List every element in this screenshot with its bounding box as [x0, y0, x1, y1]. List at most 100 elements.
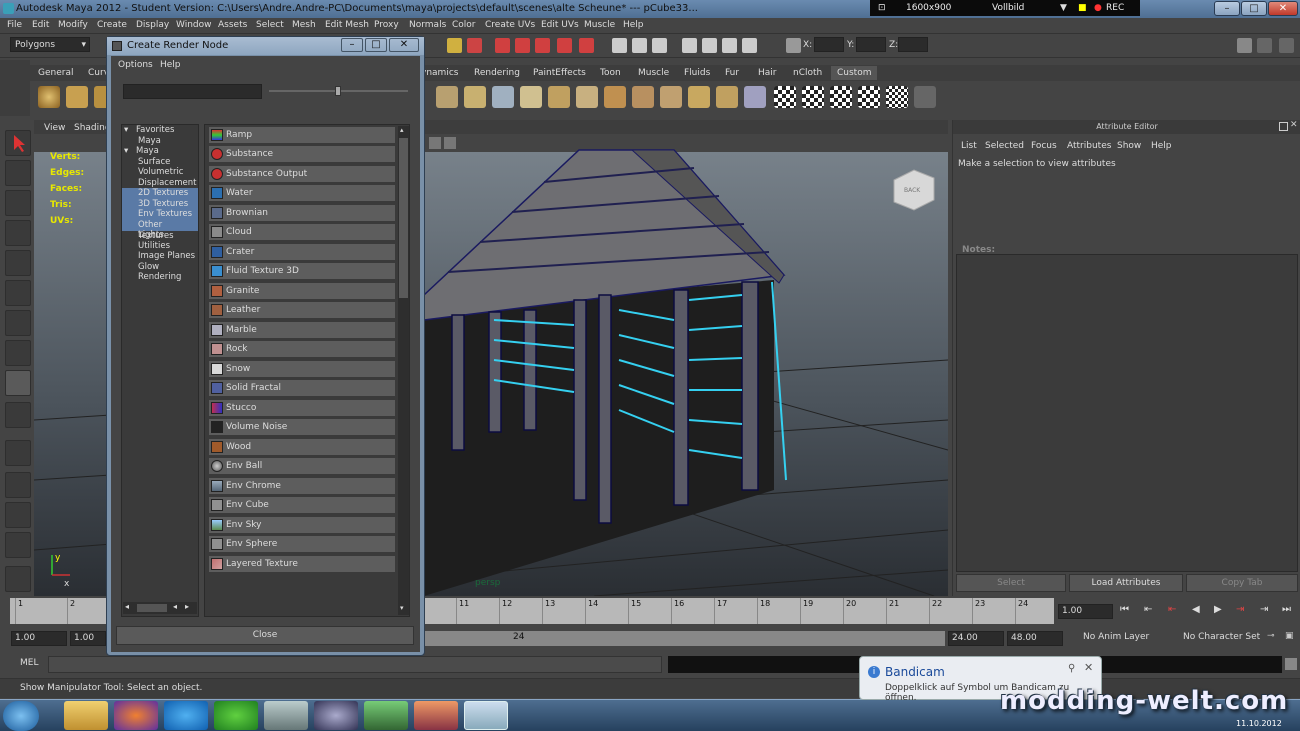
- notes-field[interactable]: [956, 254, 1298, 572]
- scroll-right-icon[interactable]: ▸: [185, 602, 189, 611]
- start-time-field[interactable]: 1.00: [11, 631, 67, 646]
- pin-icon[interactable]: ⚲: [1068, 663, 1075, 674]
- tree-item-lights[interactable]: Lights: [122, 230, 198, 241]
- go-to-start-icon[interactable]: ⏮: [1120, 604, 1129, 615]
- explorer-icon[interactable]: [64, 701, 108, 730]
- menu-window[interactable]: Window: [176, 20, 212, 30]
- go-to-end-icon[interactable]: ⏭: [1282, 604, 1291, 615]
- node-wood[interactable]: Wood: [208, 438, 396, 456]
- close-notification-icon[interactable]: ✕: [1084, 661, 1093, 674]
- ae-menu-selected[interactable]: Selected: [985, 141, 1024, 151]
- attribute-editor-toggle-icon[interactable]: [1237, 38, 1252, 53]
- shelf-tab-fur[interactable]: Fur: [719, 66, 745, 80]
- slider-handle[interactable]: [335, 86, 341, 96]
- node-env-cube[interactable]: Env Cube: [208, 496, 396, 514]
- shelf-tab-rendering[interactable]: Rendering: [468, 66, 526, 80]
- menu-create[interactable]: Create: [97, 20, 127, 30]
- node-env-sky[interactable]: Env Sky: [208, 516, 396, 534]
- node-stucco[interactable]: Stucco: [208, 399, 396, 417]
- node-env-chrome[interactable]: Env Chrome: [208, 477, 396, 495]
- dialog-close-button[interactable]: ✕: [389, 38, 419, 52]
- camera-icon[interactable]: ■: [1078, 0, 1087, 16]
- node-ramp[interactable]: Ramp: [208, 126, 396, 144]
- paint-task-icon[interactable]: [414, 701, 458, 730]
- key-icon[interactable]: ⊸: [1267, 631, 1275, 641]
- tree-item-2d-textures[interactable]: 2D Textures: [122, 188, 198, 199]
- tree-horizontal-scrollbar[interactable]: ◂ ◂ ▸: [123, 602, 197, 614]
- shelf-tab-ncloth[interactable]: nCloth: [787, 66, 828, 80]
- maya-task-icon[interactable]: [464, 701, 508, 730]
- close-button[interactable]: Close: [116, 626, 414, 645]
- node-leather[interactable]: Leather: [208, 301, 396, 319]
- bandicam-task-icon[interactable]: [264, 701, 308, 730]
- shelf-tab-painteffects[interactable]: PaintEffects: [527, 66, 592, 80]
- node-solid-fractal[interactable]: Solid Fractal: [208, 379, 396, 397]
- node-env-ball[interactable]: Env Ball: [208, 457, 396, 475]
- tree-item-image-planes[interactable]: Image Planes: [122, 251, 198, 262]
- tree-item-favorites[interactable]: ▾ Favorites: [122, 125, 198, 136]
- menu-assets[interactable]: Assets: [218, 20, 247, 30]
- snap-to-curve-icon[interactable]: [579, 38, 594, 53]
- script-icon[interactable]: [914, 86, 936, 108]
- dialog-minimize-button[interactable]: –: [341, 38, 363, 52]
- node-env-sphere[interactable]: Env Sphere: [208, 535, 396, 553]
- close-panel-icon[interactable]: ✕: [1290, 120, 1298, 130]
- history-icon[interactable]: [652, 38, 667, 53]
- ae-menu-show[interactable]: Show: [1117, 141, 1141, 151]
- play-forwards-icon[interactable]: ▶: [1214, 604, 1222, 615]
- playback-start-field[interactable]: 1.00: [70, 631, 106, 646]
- light-cone-icon[interactable]: [744, 86, 766, 108]
- node-substance[interactable]: Substance: [208, 145, 396, 163]
- playback-end-field[interactable]: 24.00: [948, 631, 1004, 646]
- shelf-tab-toon[interactable]: Toon: [594, 66, 627, 80]
- icon-size-slider[interactable]: [269, 86, 408, 96]
- lock-icon[interactable]: [447, 38, 462, 53]
- start-button[interactable]: [3, 701, 39, 731]
- menu-mesh[interactable]: Mesh: [292, 20, 316, 30]
- copy-tab-button[interactable]: Copy Tab: [1186, 574, 1298, 592]
- step-back-key-icon[interactable]: ⇤: [1144, 604, 1152, 615]
- node-snow[interactable]: Snow: [208, 360, 396, 378]
- dialog-maximize-button[interactable]: □: [365, 38, 387, 52]
- current-time-field[interactable]: 1.00: [1058, 604, 1113, 619]
- node-brownian[interactable]: Brownian: [208, 204, 396, 222]
- universal-manip-icon[interactable]: [5, 310, 31, 336]
- poly-cube-icon[interactable]: [66, 86, 88, 108]
- checker-icon[interactable]: [858, 86, 880, 108]
- recorder-resolution[interactable]: 1600x900: [906, 0, 951, 16]
- menu-file[interactable]: File: [7, 20, 22, 30]
- node-granite[interactable]: Granite: [208, 282, 396, 300]
- side-by-side-layout-icon[interactable]: [5, 502, 31, 528]
- shelf-tool-icon[interactable]: [464, 86, 486, 108]
- scroll-thumb[interactable]: [137, 604, 167, 612]
- poly-sphere-icon[interactable]: [38, 86, 60, 108]
- node-list-scrollbar[interactable]: ▴ ▾: [398, 126, 409, 615]
- scroll-thumb[interactable]: [399, 138, 408, 298]
- shelf-tool-icon[interactable]: [548, 86, 570, 108]
- node-substance-output[interactable]: Substance Output: [208, 165, 396, 183]
- ipr-render-icon[interactable]: [722, 38, 737, 53]
- character-set-select[interactable]: No Character Set: [1180, 631, 1265, 646]
- lasso-tool-icon[interactable]: [5, 160, 31, 186]
- tree-item-env-textures[interactable]: Env Textures: [122, 209, 198, 220]
- menu-select[interactable]: Select: [256, 20, 284, 30]
- dialog-menu-help[interactable]: Help: [160, 60, 181, 70]
- minimize-button[interactable]: –: [1214, 1, 1240, 16]
- paint-select-tool-icon[interactable]: [5, 190, 31, 216]
- y-field[interactable]: [856, 37, 886, 52]
- ae-select-button[interactable]: Select: [956, 574, 1066, 592]
- scroll-up-icon[interactable]: ▴: [400, 126, 404, 134]
- app-task-icon[interactable]: [314, 701, 358, 730]
- firefox-icon[interactable]: [114, 701, 158, 730]
- shelf-tool-icon[interactable]: [688, 86, 710, 108]
- transform-field-icon[interactable]: [786, 38, 801, 53]
- rec-label[interactable]: REC: [1106, 0, 1124, 16]
- shelf-menu-handle[interactable]: [0, 60, 30, 116]
- ae-menu-list[interactable]: List: [961, 141, 977, 151]
- icq-icon[interactable]: [214, 701, 258, 730]
- scale-tool-icon[interactable]: [5, 280, 31, 306]
- mel-input[interactable]: [48, 656, 662, 673]
- checker-icon[interactable]: [774, 86, 796, 108]
- tree-item-maya[interactable]: ▾ Maya: [122, 146, 198, 157]
- scroll-left-icon[interactable]: ◂: [125, 602, 129, 611]
